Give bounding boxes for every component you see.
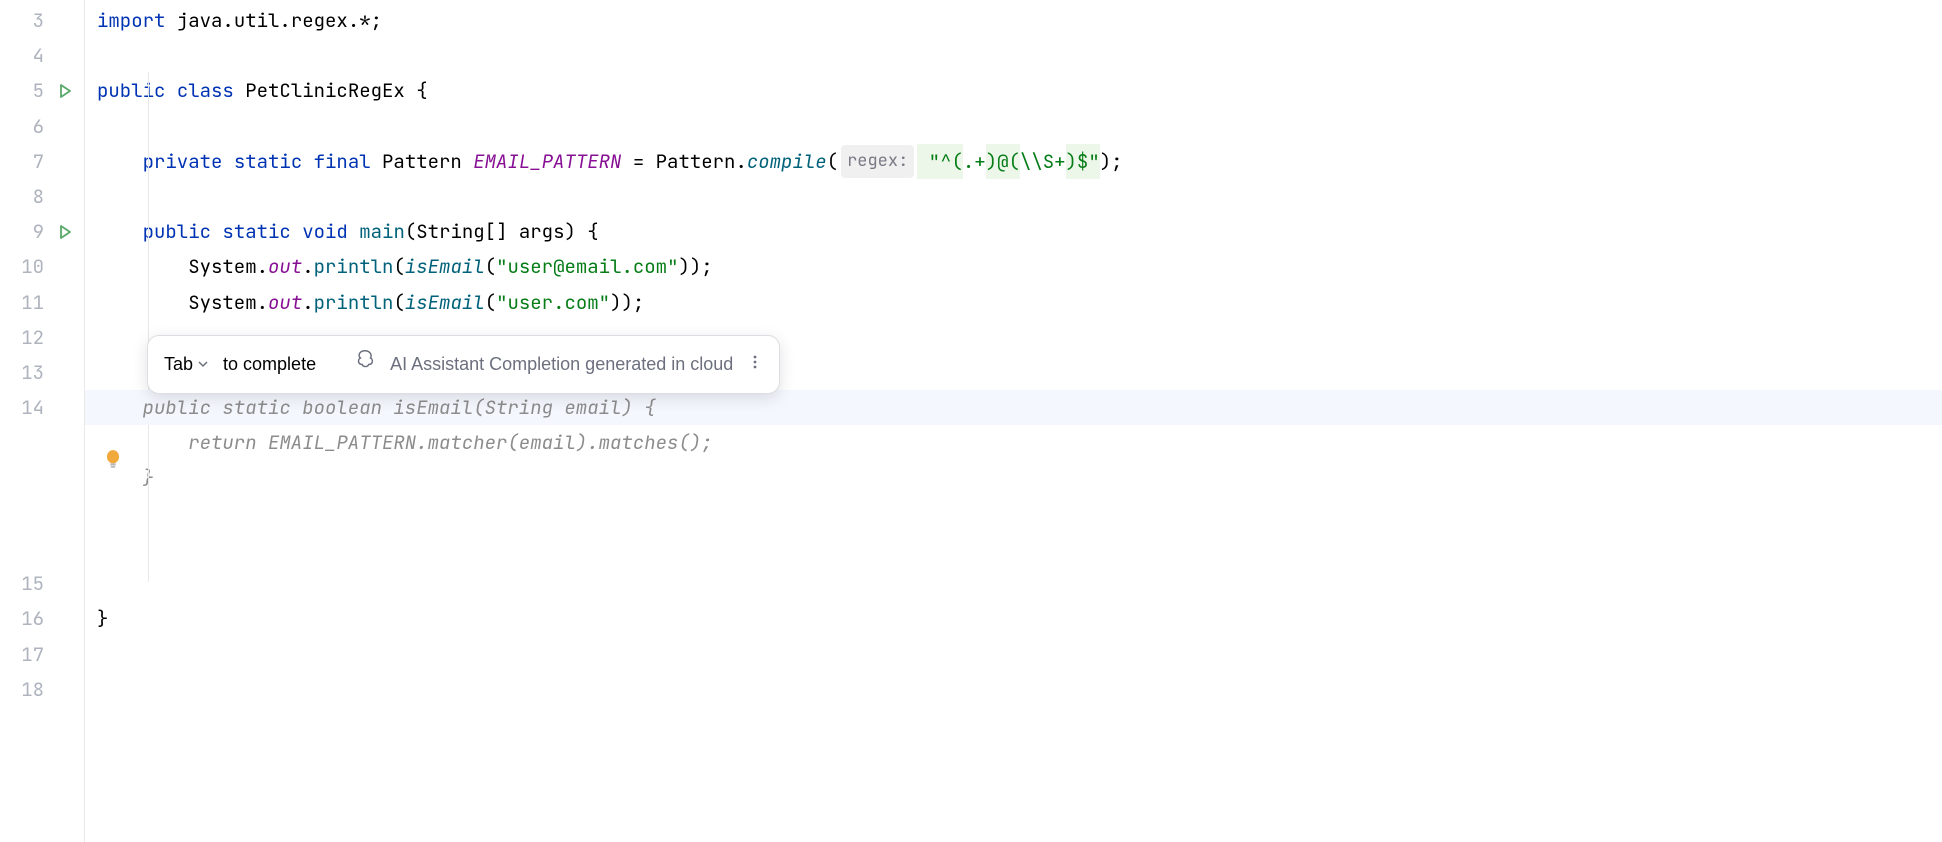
line-number: 13 (21, 355, 44, 390)
code-line[interactable] (97, 179, 1942, 214)
line-number: 12 (21, 320, 44, 355)
gutter-line[interactable]: 5 (0, 73, 84, 108)
code-line[interactable]: import java.util.regex.*; (97, 3, 1942, 38)
line-number: 16 (21, 601, 44, 636)
tab-key-hint[interactable]: Tab (164, 348, 209, 381)
code-line[interactable] (97, 38, 1942, 73)
line-number: 6 (33, 109, 44, 144)
gutter-line[interactable]: 4 (0, 38, 84, 73)
code-line[interactable] (97, 109, 1942, 144)
code-line[interactable] (97, 496, 1942, 531)
line-number: 7 (33, 144, 44, 179)
gutter-line[interactable]: 3 (0, 3, 84, 38)
ai-completion-label: AI Assistant Completion generated in clo… (390, 348, 733, 381)
brace: } (97, 601, 108, 636)
param-hint: regex: (841, 145, 914, 178)
line-number: 18 (21, 672, 44, 707)
code-text: java.util.regex.*; (177, 3, 382, 38)
gutter-line[interactable]: 7 (0, 144, 84, 179)
field: out (268, 249, 302, 284)
code-line[interactable]: public static void main(String[] args) { (97, 214, 1942, 249)
line-number: 10 (21, 249, 44, 284)
line-number: 8 (33, 179, 44, 214)
code-line[interactable]: } (97, 460, 1942, 495)
gutter-line[interactable]: 15 (0, 566, 84, 601)
code-line[interactable]: private static final Pattern EMAIL_PATTE… (97, 144, 1942, 179)
method: compile (747, 144, 827, 179)
gutter-line[interactable]: 11 (0, 285, 84, 320)
chevron-down-icon[interactable] (197, 348, 209, 381)
ghost-text: public static boolean isEmail(String ema… (143, 390, 656, 425)
code-line[interactable]: } (97, 601, 1942, 636)
line-number: 11 (21, 285, 44, 320)
keyword: static (222, 214, 302, 249)
line-number: 4 (33, 38, 44, 73)
code-line[interactable]: System.out.println(isEmail("user@email.c… (97, 249, 1942, 284)
intention-bulb-icon[interactable] (13, 412, 31, 430)
code-line[interactable] (97, 566, 1942, 601)
method-name: main (359, 214, 405, 249)
line-number: 9 (33, 214, 44, 249)
gutter-line[interactable]: 10 (0, 249, 84, 284)
code-line-current[interactable]: public static boolean isEmail(String ema… (85, 390, 1942, 425)
run-icon[interactable] (56, 82, 74, 100)
gutter-line[interactable]: 16 (0, 601, 84, 636)
line-number: 3 (33, 3, 44, 38)
code-line[interactable]: System.out.println(isEmail("user.com")); (97, 285, 1942, 320)
code-area[interactable]: import java.util.regex.*; public class P… (85, 0, 1942, 842)
gutter-line[interactable]: 9 (0, 214, 84, 249)
line-number: 17 (21, 637, 44, 672)
field: out (268, 285, 302, 320)
field: EMAIL_PATTERN (473, 144, 621, 179)
line-number: 5 (33, 73, 44, 108)
indent-guide (148, 72, 149, 582)
keyword: final (314, 144, 382, 179)
completion-popup: Tab to complete AI Assistant Completion … (147, 335, 780, 394)
class-name: PetClinicRegEx (245, 73, 416, 108)
line-number: 15 (21, 566, 44, 601)
gutter-line[interactable]: 13 (0, 355, 84, 390)
keyword: static (234, 144, 314, 179)
run-icon[interactable] (56, 223, 74, 241)
keyword: class (177, 73, 245, 108)
ai-assistant-icon (354, 348, 376, 381)
gutter-line[interactable]: 8 (0, 179, 84, 214)
code-editor: 3 4 5 6 7 8 9 10 11 12 13 14 15 16 17 18… (0, 0, 1942, 842)
keyword: private (143, 144, 234, 179)
more-icon[interactable] (747, 348, 763, 381)
keyword: public (143, 214, 223, 249)
code-line[interactable] (97, 636, 1942, 671)
gutter-line[interactable]: 17 (0, 637, 84, 672)
gutter-line[interactable]: 12 (0, 320, 84, 355)
keyword: import (97, 3, 177, 38)
type: Pattern (382, 144, 473, 179)
code-line[interactable] (97, 531, 1942, 566)
gutter-line[interactable]: 18 (0, 672, 84, 707)
gutter-line[interactable]: 6 (0, 109, 84, 144)
brace: { (416, 73, 427, 108)
keyword: void (302, 214, 359, 249)
code-line[interactable]: public class PetClinicRegEx { (97, 73, 1942, 108)
to-complete-label: to complete (223, 348, 316, 381)
code-line[interactable]: return EMAIL_PATTERN.matcher(email).matc… (97, 425, 1942, 460)
keyword: public (97, 73, 177, 108)
ghost-text: return EMAIL_PATTERN.matcher(email).matc… (188, 425, 712, 460)
